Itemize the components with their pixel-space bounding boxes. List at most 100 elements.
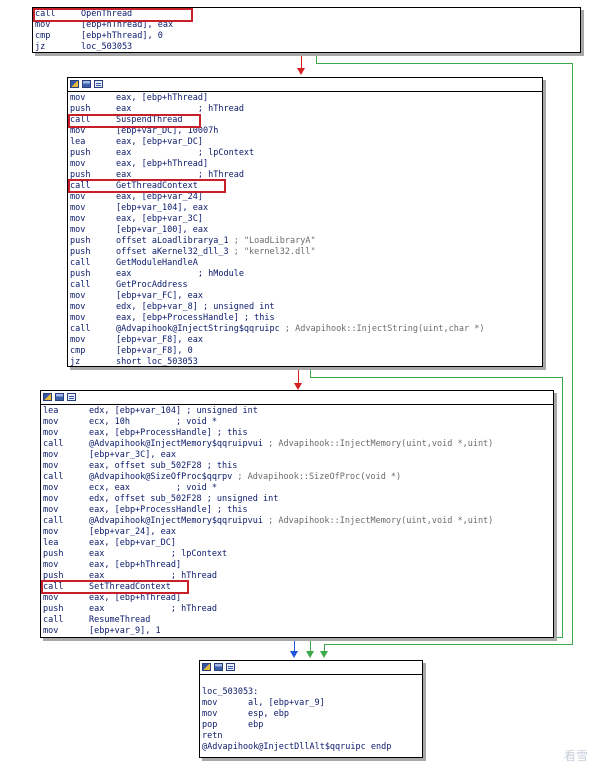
- asm-line[interactable]: jz short loc_503053: [70, 357, 542, 368]
- graph-node-block-1[interactable]: call OpenThread mov [ebp+hThread], eax cmp…: [32, 7, 581, 53]
- mnemonic: mov: [70, 203, 86, 213]
- asm-line[interactable]: call @Advapihook@InjectString$qqruipc ; A…: [70, 324, 542, 335]
- asm-line[interactable]: mov eax, [ebp+var_3C]: [70, 214, 542, 225]
- asm-line[interactable]: mov edx, offset sub_502F28 ; unsigned int: [43, 494, 553, 505]
- image-icon[interactable]: [55, 393, 64, 401]
- operands: eax ; hThread: [89, 604, 217, 614]
- asm-line[interactable]: cmp [ebp+hThread], 0: [35, 31, 580, 42]
- asm-line[interactable]: @Advapihook@InjectDllAlt$qqruipc endp: [202, 742, 422, 753]
- operands: loc_503053: [81, 42, 133, 52]
- mnemonic: pop: [202, 720, 218, 730]
- asm-line[interactable]: lea eax, [ebp+var_DC]: [43, 538, 553, 549]
- node-titlebar[interactable]: [200, 661, 422, 675]
- asm-line[interactable]: call @Advapihook@SizeOfProc$qqrpv ; Advap…: [43, 472, 553, 483]
- operands: [ebp+var_F8], eax: [116, 335, 203, 345]
- asm-line[interactable]: pop ebp: [202, 720, 422, 731]
- node-titlebar[interactable]: [68, 78, 542, 92]
- asm-line[interactable]: mov eax, [ebp+ProcessHandle] ; this: [70, 313, 542, 324]
- mnemonic: mov: [70, 214, 86, 224]
- asm-line[interactable]: push eax ; hThread: [43, 604, 553, 615]
- asm-line[interactable]: mov [ebp+var_100], eax: [70, 225, 542, 236]
- operands: eax, offset sub_502F28 ; this: [89, 461, 238, 471]
- operands: eax, [ebp+hThread]: [89, 560, 182, 570]
- operands: ebp: [248, 720, 264, 730]
- asm-line[interactable]: mov eax, [ebp+hThread]: [70, 159, 542, 170]
- graph-icon[interactable]: [202, 663, 211, 671]
- operands: eax, [ebp+hThread]: [116, 93, 209, 103]
- asm-line[interactable]: mov [ebp+var_104], eax: [70, 203, 542, 214]
- edge-arrowhead: [290, 651, 298, 658]
- asm-label[interactable]: loc_503053:: [202, 687, 422, 698]
- asm-line[interactable]: mov eax, [ebp+ProcessHandle] ; this: [43, 428, 553, 439]
- asm-line[interactable]: lea edx, [ebp+var_104] ; unsigned int: [43, 406, 553, 417]
- operands: [ebp+var_100], eax: [116, 225, 209, 235]
- asm-line[interactable]: lea eax, [ebp+var_DC]: [70, 137, 542, 148]
- asm-line[interactable]: push offset aLoadlibrarya_1 ; "LoadLibrar…: [70, 236, 542, 247]
- operands: GetProcAddress: [116, 280, 188, 290]
- mnemonic: push: [43, 549, 64, 559]
- asm-line[interactable]: mov [ebp+var_FC], eax: [70, 291, 542, 302]
- graph-icon[interactable]: [43, 393, 52, 401]
- mnemonic: cmp: [35, 31, 51, 41]
- asm-line[interactable]: push eax ; lpContext: [70, 148, 542, 159]
- operands: eax ; hModule: [116, 269, 244, 279]
- asm-line[interactable]: mov al, [ebp+var_9]: [202, 698, 422, 709]
- edge-block2-jz-loc: [310, 637, 311, 652]
- operands: ecx, 10h ; void *: [89, 417, 217, 427]
- mnemonic: retn: [202, 731, 223, 741]
- operands: eax, [ebp+var_24]: [116, 192, 203, 202]
- listing-icon[interactable]: [226, 663, 235, 671]
- operands: eax, [ebp+hThread]: [116, 159, 209, 169]
- asm-line[interactable]: mov ecx, eax ; void *: [43, 483, 553, 494]
- asm-line[interactable]: jz loc_503053: [35, 42, 580, 53]
- mnemonic: mov: [43, 461, 59, 471]
- asm-line[interactable]: mov eax, [ebp+hThread]: [70, 93, 542, 104]
- edge-block3-to-loc: [294, 638, 295, 652]
- highlight-box-openthread: [33, 8, 193, 22]
- asm-line[interactable]: call @Advapihook@InjectMemory$qqruipvui ;…: [43, 516, 553, 527]
- node-listing: lea edx, [ebp+var_104] ; unsigned int mov…: [41, 405, 553, 639]
- asm-line[interactable]: mov eax, [ebp+ProcessHandle] ; this: [43, 505, 553, 516]
- node-titlebar[interactable]: [41, 391, 553, 405]
- asm-line[interactable]: push offset aKernel32_dll_3 ; "kernel32.d…: [70, 247, 542, 258]
- graph-node-block-3[interactable]: lea edx, [ebp+var_104] ; unsigned int mov…: [40, 390, 554, 638]
- listing-icon[interactable]: [67, 393, 76, 401]
- mnemonic: push: [70, 148, 91, 158]
- graph-node-loc-503053[interactable]: loc_503053: mov al, [ebp+var_9] mov esp, e…: [199, 660, 423, 758]
- edge-block1-jz-loc: [572, 63, 573, 644]
- mnemonic: lea: [70, 137, 86, 147]
- asm-line[interactable]: call GetModuleHandleA: [70, 258, 542, 269]
- asm-line[interactable]: mov eax, [ebp+hThread]: [43, 593, 553, 604]
- operands: ecx, eax ; void *: [89, 483, 217, 493]
- asm-line[interactable]: mov eax, offset sub_502F28 ; this: [43, 461, 553, 472]
- asm-line[interactable]: mov eax, [ebp+hThread]: [43, 560, 553, 571]
- asm-line[interactable]: push eax ; hModule: [70, 269, 542, 280]
- asm-line[interactable]: mov [ebp+var_24], eax: [43, 527, 553, 538]
- asm-line[interactable]: push eax ; lpContext: [43, 549, 553, 560]
- asm-line[interactable]: call @Advapihook@InjectMemory$qqruipvui ;…: [43, 439, 553, 450]
- asm-line[interactable]: mov [ebp+var_F8], eax: [70, 335, 542, 346]
- graph-icon[interactable]: [70, 80, 79, 88]
- asm-line[interactable]: mov ecx, 10h ; void *: [43, 417, 553, 428]
- mnemonic: mov: [43, 428, 59, 438]
- operands: eax ; lpContext: [89, 549, 228, 559]
- listing-icon[interactable]: [94, 80, 103, 88]
- mnemonic: mov: [70, 192, 86, 202]
- mnemonic: mov: [70, 313, 86, 323]
- asm-line[interactable]: mov [ebp+var_3C], eax: [43, 450, 553, 461]
- asm-line[interactable]: mov esp, ebp: [202, 709, 422, 720]
- mnemonic: mov: [70, 93, 86, 103]
- asm-line[interactable]: mov edx, [ebp+var_8] ; unsigned int: [70, 302, 542, 313]
- asm-line[interactable]: cmp [ebp+var_F8], 0: [70, 346, 542, 357]
- asm-line[interactable]: mov eax, [ebp+var_24]: [70, 192, 542, 203]
- mnemonic: call: [43, 516, 64, 526]
- image-icon[interactable]: [214, 663, 223, 671]
- edge-arrowhead: [306, 651, 314, 658]
- node-listing: loc_503053: mov al, [ebp+var_9] mov esp, e…: [200, 675, 422, 755]
- asm-line[interactable]: mov [ebp+var_9], 1: [43, 626, 553, 637]
- graph-node-block-2[interactable]: mov eax, [ebp+hThread] push eax ; hThread …: [67, 77, 543, 367]
- asm-line[interactable]: retn: [202, 731, 422, 742]
- image-icon[interactable]: [82, 80, 91, 88]
- asm-line[interactable]: call GetProcAddress: [70, 280, 542, 291]
- asm-line[interactable]: call ResumeThread: [43, 615, 553, 626]
